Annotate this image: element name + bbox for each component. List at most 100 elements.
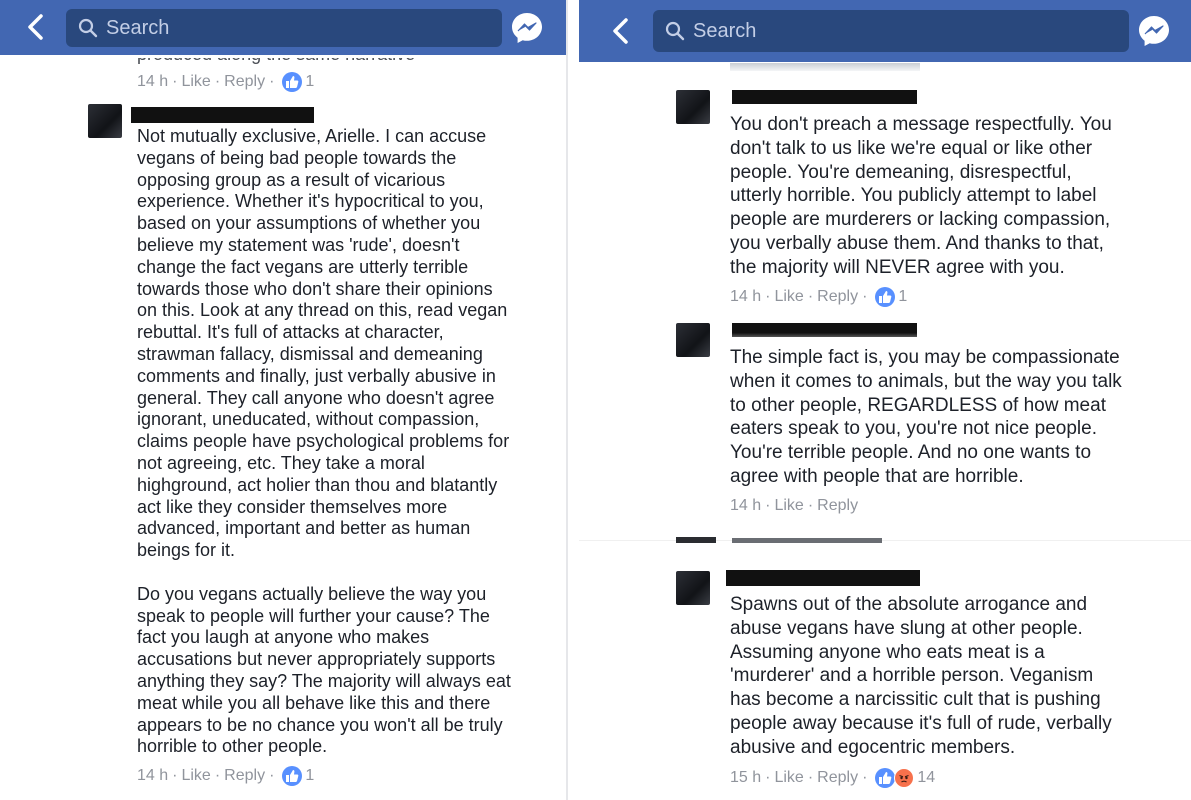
redacted-name [732,323,917,337]
comment-time: 15 h [730,769,762,786]
comment-line: when it comes to animals, but the way yo… [730,370,1122,392]
comment-line: agree with people that are horrible. [730,465,1024,487]
left-screenshot: produced along the same narrative 14 h ·… [0,0,566,800]
comment-time: 14 h [137,767,169,784]
comment-line: anything they say? The majority will alw… [137,670,511,691]
like-link[interactable]: Like [774,288,803,306]
comment-line: general. They call anyone who doesn't ag… [137,387,495,408]
comment-line: on this. Look at any thread on this, rea… [137,300,508,321]
comment-meta: 15 h · Like · Reply · 14 [730,768,935,788]
comment-line: 'murderer' and a horrible person. Vegani… [730,665,1094,687]
comment-line: act like they consider themselves more [137,496,448,517]
comment-line: experience. Whether it's hypocritical to… [137,191,484,212]
right-screenshot: You don't preach a message respectfully.… [579,0,1191,800]
like-link[interactable]: Like [181,767,210,785]
comment-line: ignorant, uneducated, without compassion… [137,409,480,430]
comment-body: Not mutually exclusive, Arielle. I can a… [137,126,557,758]
cropped-seam [579,540,1191,548]
separator-dot: · [807,288,814,305]
back-arrow-icon[interactable] [22,12,52,42]
comment-line: people away because it's full of rude, v… [730,712,1112,734]
messenger-icon[interactable] [510,11,544,45]
comment-line: abuse vegans have slung at other people. [730,617,1083,639]
comment-line: You're terrible people. And no one wants… [730,442,1092,464]
separator-dot: · [862,769,868,786]
reply-link[interactable]: Reply [224,767,265,785]
search-box[interactable] [653,10,1129,52]
comment-meta: 14 h · Like · Reply · 1 [137,72,314,92]
reaction-count[interactable]: 1 [305,767,314,785]
angry-reaction-icon[interactable] [894,768,915,788]
comment-body: You don't preach a message respectfully.… [730,113,1185,280]
comment-line: based on your assumptions of whether you [137,213,481,234]
comment-line: horrible to other people. [137,736,328,757]
comment-line: you verbally abuse them. And thanks to t… [730,232,1104,254]
reply-link[interactable]: Reply [817,288,858,306]
comment-line: people. You're demeaning, disrespectful, [730,161,1072,183]
separator-dot: · [765,288,771,305]
clipped-previous-meta [730,63,920,71]
top-navbar [0,0,566,55]
comment-line: eaters speak to you, you're not nice peo… [730,418,1097,440]
reaction-count[interactable]: 1 [305,73,314,91]
commenter-avatar[interactable] [676,571,710,605]
clipped-next-name [732,538,882,543]
comment-time: 14 h [730,497,762,514]
separator-dot: · [214,767,221,784]
comment-line: people are murderers or lacking compassi… [730,209,1111,231]
search-box[interactable] [66,9,502,47]
like-reaction-icon[interactable] [875,287,896,307]
redacted-name [131,107,314,123]
comment-line: opposing group as a result of vicarious [137,169,446,190]
like-link[interactable]: Like [774,769,803,787]
comment-line: Not mutually exclusive, Arielle. I can a… [137,126,487,146]
comment-time: 14 h [730,288,762,305]
commenter-avatar[interactable] [88,104,122,138]
back-arrow-icon[interactable] [607,16,637,46]
comment-line: utterly horrible. You publicly attempt t… [730,185,1097,207]
top-navbar [579,0,1191,62]
like-link[interactable]: Like [181,73,210,91]
reaction-count[interactable]: 1 [898,288,907,306]
separator-dot: · [214,73,221,90]
search-input[interactable] [106,9,486,47]
separator-dot: · [807,769,814,786]
separator-dot: · [172,767,178,784]
comment-meta: 14 h · Like · Reply · 1 [730,287,907,307]
comment-line: highground, act holier than thou and bla… [137,474,498,495]
comment-line: speak to people will further your cause?… [137,605,490,626]
reply-link[interactable]: Reply [224,73,265,91]
search-input[interactable] [693,10,1073,52]
reply-link[interactable]: Reply [817,769,858,787]
messenger-icon[interactable] [1137,14,1171,48]
comment-line: don't talk to us like we're equal or lik… [730,137,1093,159]
comment-line: advanced, important and better as human [137,518,471,539]
commenter-avatar[interactable] [676,90,710,124]
commenter-avatar[interactable] [676,323,710,357]
comment-line: change the fact vegans are utterly terri… [137,256,469,277]
comment-line: meat while you all behave like this and … [137,692,491,713]
like-reaction-icon[interactable] [282,766,303,786]
comment-line: comments and finally, just verbally abus… [137,365,496,386]
separator-dot: · [765,497,771,514]
redacted-name [726,570,920,586]
comment-line: The simple fact is, you may be compassio… [730,347,1120,368]
reaction-count[interactable]: 14 [917,769,935,787]
like-reaction-icon[interactable] [875,768,896,788]
comment-line: appears to be no chance you won't all be… [137,714,503,735]
like-link[interactable]: Like [774,497,803,515]
comment-line: accusations but never appropriately supp… [137,649,496,670]
comment-line: to other people, REGARDLESS of how meat [730,394,1106,416]
separator-dot: · [765,769,771,786]
comment-line: strawman fallacy, dismissal and demeanin… [137,343,483,364]
reply-link[interactable]: Reply [817,497,858,515]
comment-line: Spawns out of the absolute arrogance and [730,594,1088,615]
clipped-next-avatar [676,537,716,543]
comment-line: claims people have psychological problem… [137,431,510,452]
search-icon [665,21,685,41]
like-reaction-icon[interactable] [282,72,303,92]
comment-line: Assuming anyone who eats meat is a [730,641,1045,663]
comment-line: not agreeing, etc. They take a moral [137,452,425,473]
separator-dot: · [269,73,275,90]
search-icon [78,18,98,38]
